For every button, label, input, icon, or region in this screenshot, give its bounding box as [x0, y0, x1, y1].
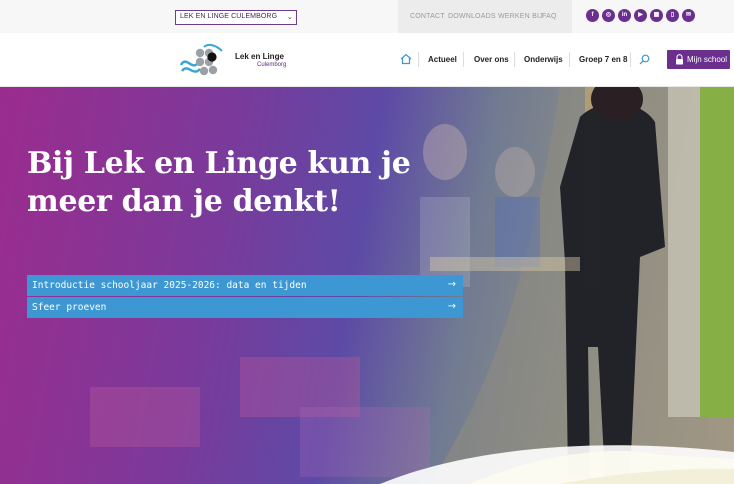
lock-icon: [676, 54, 683, 65]
school-select-value: LEK EN LINGE CULEMBORG: [180, 13, 278, 20]
downloads-link[interactable]: DOWNLOADS: [448, 13, 496, 20]
faq-link[interactable]: FAQ: [542, 13, 557, 20]
school-app-icon[interactable]: ▦: [650, 9, 663, 22]
home-icon[interactable]: [400, 53, 412, 65]
parnassys-icon[interactable]: ▯: [666, 9, 679, 22]
school-select[interactable]: LEK EN LINGE CULEMBORG ⌄: [175, 10, 297, 25]
hero-title: Bij Lek en Linge kun je meer dan je denk…: [27, 145, 447, 221]
search-icon[interactable]: [639, 54, 650, 65]
logo-title: Lek en Linge: [235, 52, 284, 61]
mail-icon[interactable]: ✉: [682, 9, 695, 22]
nav-divider: [514, 52, 515, 67]
hero-link-introductie[interactable]: Introductie schooljaar 2025-2026: data e…: [27, 275, 463, 296]
nav-divider: [569, 52, 570, 67]
hero-link-label: Sfeer proeven: [32, 302, 107, 313]
hero-links: Introductie schooljaar 2025-2026: data e…: [27, 275, 463, 318]
utility-links: CONTACT DOWNLOADS WERKEN BIJ FAQ: [398, 0, 572, 33]
nav-item-onderwijs[interactable]: Onderwijs: [524, 55, 563, 64]
nav-divider: [630, 52, 631, 67]
main-header: Lek en Linge Culemborg Actueel Over ons …: [0, 33, 734, 87]
logo-mark-icon: [179, 43, 223, 76]
arrow-right-icon: →: [447, 301, 456, 312]
arrow-right-icon: →: [447, 279, 456, 290]
logo-subtitle: Culemborg: [257, 62, 287, 68]
top-utility-bar: LEK EN LINGE CULEMBORG ⌄ CONTACT DOWNLOA…: [0, 0, 734, 33]
hero-banner: Bij Lek en Linge kun je meer dan je denk…: [0, 87, 734, 484]
linkedin-icon[interactable]: in: [618, 9, 631, 22]
contact-link[interactable]: CONTACT: [410, 13, 445, 20]
instagram-icon[interactable]: ◎: [602, 9, 615, 22]
werken-bij-link[interactable]: WERKEN BIJ: [498, 13, 543, 20]
mijn-school-label: Mijn school: [687, 55, 728, 64]
nav-item-over-ons[interactable]: Over ons: [474, 55, 509, 64]
hero-title-line-1: Bij Lek en Linge kun je: [27, 146, 411, 181]
facebook-icon[interactable]: f: [586, 9, 599, 22]
youtube-icon[interactable]: ▶: [634, 9, 647, 22]
hero-link-label: Introductie schooljaar 2025-2026: data e…: [32, 280, 307, 291]
nav-divider: [463, 52, 464, 67]
school-logo[interactable]: Lek en Linge Culemborg: [178, 41, 298, 81]
hero-title-line-2: meer dan je denkt!: [27, 184, 341, 219]
chevron-down-icon: ⌄: [287, 14, 293, 21]
mijn-school-button[interactable]: Mijn school: [667, 50, 730, 69]
nav-item-groep-7-en-8[interactable]: Groep 7 en 8: [579, 55, 627, 64]
hero-link-sfeer-proeven[interactable]: Sfeer proeven →: [27, 297, 463, 318]
nav-item-actueel[interactable]: Actueel: [428, 55, 457, 64]
nav-divider: [418, 52, 419, 67]
